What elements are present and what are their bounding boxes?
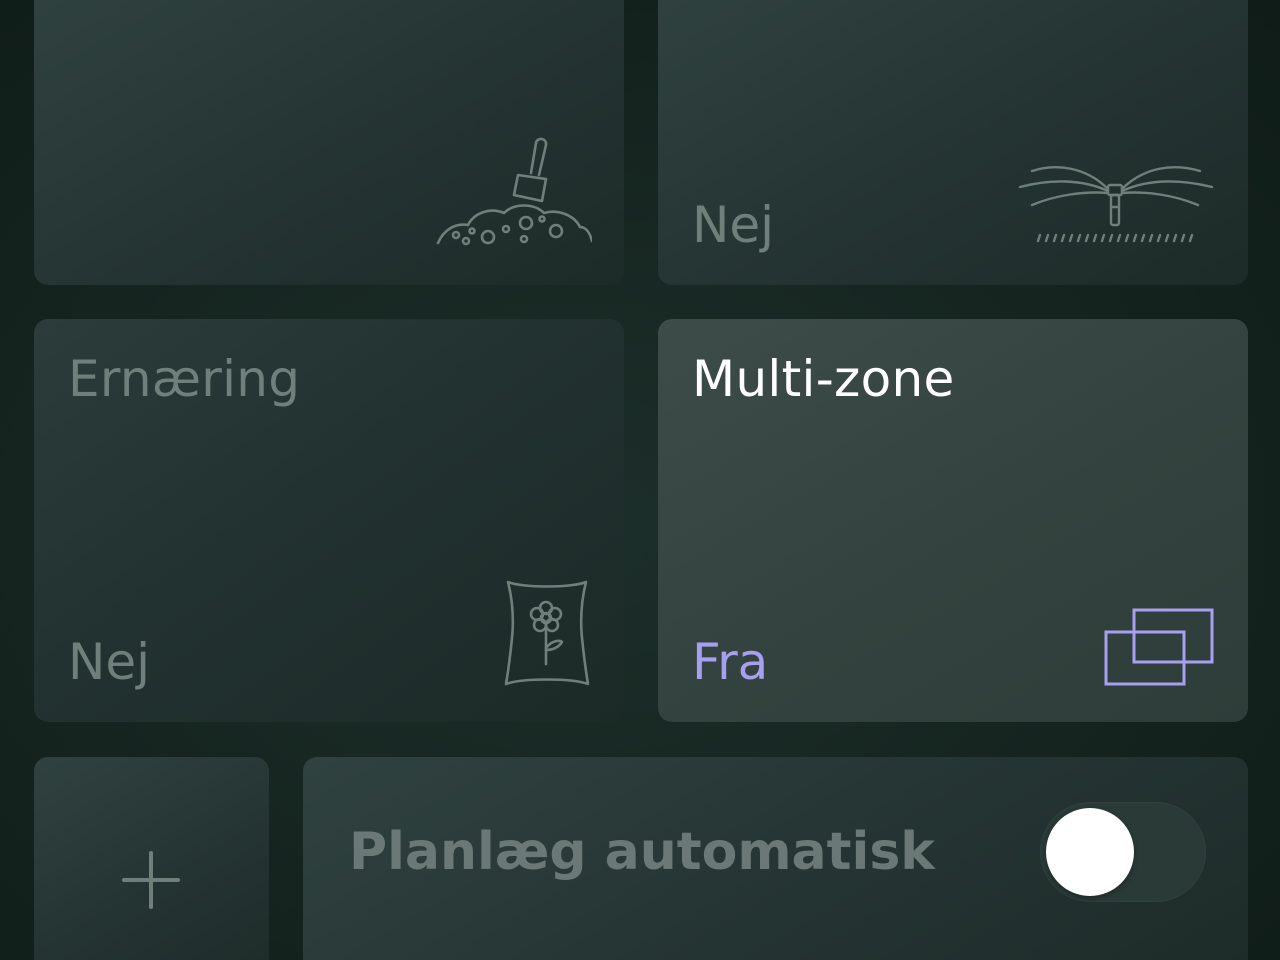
auto-schedule-toggle[interactable] xyxy=(1040,802,1206,902)
plus-icon xyxy=(122,851,180,909)
multizone-tile-value: Fra xyxy=(692,633,769,691)
multizone-tile-title: Multi-zone xyxy=(692,350,955,408)
sprinkler-tile[interactable]: Nej xyxy=(658,0,1248,285)
nutrition-tile[interactable]: Ernæring Nej xyxy=(34,319,624,722)
add-tile-button[interactable] xyxy=(34,757,269,960)
multizone-tile[interactable]: Multi-zone Fra xyxy=(658,319,1248,722)
auto-schedule-tile: Planlæg automatisk xyxy=(303,757,1248,960)
sprinkler-icon xyxy=(1016,161,1216,255)
soil-shovel-icon xyxy=(436,131,594,255)
toggle-knob xyxy=(1046,808,1134,896)
auto-schedule-label: Planlæg automatisk xyxy=(349,822,935,882)
sprinkler-tile-value: Nej xyxy=(692,196,775,254)
nutrition-tile-title: Ernæring xyxy=(68,350,301,408)
soil-tile[interactable] xyxy=(34,0,624,285)
multi-zone-icon xyxy=(1104,608,1216,692)
fertilizer-bag-icon xyxy=(502,578,592,692)
nutrition-tile-value: Nej xyxy=(68,633,151,691)
